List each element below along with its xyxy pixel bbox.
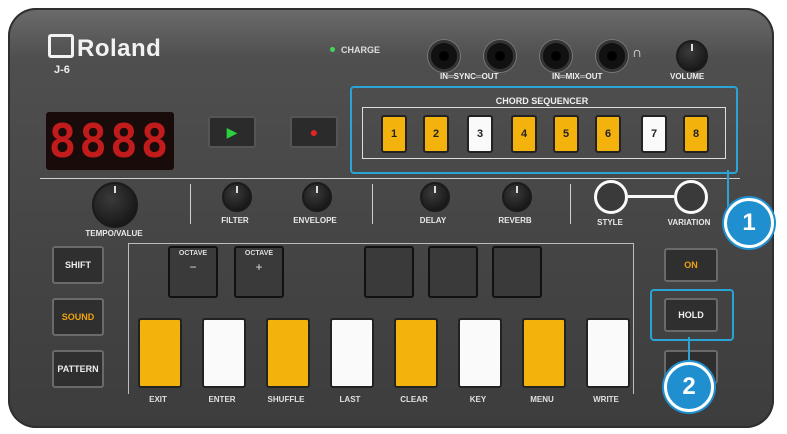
pad-label-last: LAST bbox=[339, 395, 361, 404]
panel-divider-v2 bbox=[372, 184, 373, 224]
envelope-knob[interactable] bbox=[302, 182, 332, 212]
record-button[interactable]: ● bbox=[290, 116, 338, 148]
roland-logo: Roland bbox=[48, 34, 161, 63]
pad-last[interactable] bbox=[330, 318, 374, 388]
panel-divider-v3 bbox=[570, 184, 571, 224]
pad-write[interactable] bbox=[586, 318, 630, 388]
sync-jack-label: IN═SYNC═OUT bbox=[440, 72, 499, 81]
volume-knob[interactable] bbox=[676, 40, 708, 72]
chord-key-7[interactable]: 7 bbox=[641, 115, 667, 153]
pad-shuffle[interactable] bbox=[266, 318, 310, 388]
black-key-3[interactable] bbox=[492, 246, 542, 298]
style-dial[interactable] bbox=[594, 180, 628, 214]
hold-button[interactable]: HOLD bbox=[664, 298, 718, 332]
tempo-value-knob[interactable] bbox=[92, 182, 138, 228]
pad-label-exit: EXIT bbox=[149, 395, 167, 404]
pad-label-clear: CLEAR bbox=[400, 395, 428, 404]
sync-out-jack[interactable] bbox=[484, 40, 516, 72]
tempo-value-label: TEMPO/VALUE bbox=[85, 229, 143, 238]
pad-menu[interactable] bbox=[522, 318, 566, 388]
callout-2-line bbox=[688, 337, 690, 365]
octave-up-button[interactable]: OCTAVE + bbox=[234, 246, 284, 298]
chord-sequencer-row: 1 2 3 4 5 6 7 8 bbox=[362, 107, 726, 159]
mix-in-jack[interactable] bbox=[540, 40, 572, 72]
octave-down-label: OCTAVE bbox=[178, 250, 208, 257]
panel-divider-v1 bbox=[190, 184, 191, 224]
octave-down-button[interactable]: OCTAVE − bbox=[168, 246, 218, 298]
headphones-icon: ∩ bbox=[632, 44, 643, 60]
roland-mark-icon bbox=[48, 34, 74, 58]
pad-exit[interactable] bbox=[138, 318, 182, 388]
volume-label: VOLUME bbox=[670, 72, 705, 81]
chord-key-3[interactable]: 3 bbox=[467, 115, 493, 153]
chord-key-4[interactable]: 4 bbox=[511, 115, 537, 153]
black-key-2[interactable] bbox=[428, 246, 478, 298]
play-button[interactable]: ▶ bbox=[208, 116, 256, 148]
reverb-knob[interactable] bbox=[502, 182, 532, 212]
pad-label-key: KEY bbox=[469, 395, 487, 404]
pad-key[interactable] bbox=[458, 318, 502, 388]
logo-text: Roland bbox=[77, 35, 162, 62]
filter-knob[interactable] bbox=[222, 182, 252, 212]
led-display: 8888 bbox=[46, 112, 174, 170]
chord-key-8[interactable]: 8 bbox=[683, 115, 709, 153]
chord-key-2[interactable]: 2 bbox=[423, 115, 449, 153]
chord-key-6[interactable]: 6 bbox=[595, 115, 621, 153]
chord-key-1[interactable]: 1 bbox=[381, 115, 407, 153]
envelope-label: ENVELOPE bbox=[293, 216, 337, 225]
delay-label: DELAY bbox=[419, 216, 447, 225]
pad-label-enter: ENTER bbox=[208, 395, 236, 404]
pad-label-write: WRITE bbox=[593, 395, 619, 404]
play-icon: ▶ bbox=[226, 124, 238, 140]
delay-knob[interactable] bbox=[420, 182, 450, 212]
charge-label: CHARGE bbox=[341, 45, 381, 55]
pad-enter[interactable] bbox=[202, 318, 246, 388]
black-key-1[interactable] bbox=[364, 246, 414, 298]
chord-key-5[interactable]: 5 bbox=[553, 115, 579, 153]
panel-divider bbox=[40, 178, 740, 179]
plus-icon: + bbox=[255, 260, 263, 274]
pad-label-shuffle: SHUFFLE bbox=[267, 395, 305, 404]
shift-button[interactable]: SHIFT bbox=[52, 246, 104, 284]
sync-in-jack[interactable] bbox=[428, 40, 460, 72]
variation-dial[interactable] bbox=[674, 180, 708, 214]
chord-sequencer-title: CHORD SEQUENCER bbox=[495, 96, 589, 106]
pad-label-menu: MENU bbox=[530, 395, 554, 404]
style-variation-link bbox=[628, 195, 674, 198]
mix-jack-label: IN═MIX═OUT bbox=[552, 72, 603, 81]
mix-out-jack[interactable] bbox=[596, 40, 628, 72]
on-button[interactable]: ON bbox=[664, 248, 718, 282]
charge-led-icon bbox=[330, 47, 335, 52]
octave-up-label: OCTAVE bbox=[244, 250, 274, 257]
record-icon: ● bbox=[309, 124, 319, 140]
callout-2-badge: 2 bbox=[664, 362, 714, 412]
minus-icon: − bbox=[189, 260, 197, 274]
model-name: J-6 bbox=[54, 64, 70, 76]
pad-clear[interactable] bbox=[394, 318, 438, 388]
callout-1-badge: 1 bbox=[724, 198, 774, 248]
charge-indicator: CHARGE bbox=[330, 45, 380, 55]
filter-label: FILTER bbox=[221, 216, 249, 225]
pattern-button[interactable]: PATTERN bbox=[52, 350, 104, 388]
variation-label: VARIATION bbox=[667, 218, 711, 227]
sound-button[interactable]: SOUND bbox=[52, 298, 104, 336]
reverb-label: REVERB bbox=[498, 216, 532, 225]
style-label: STYLE bbox=[597, 218, 623, 227]
